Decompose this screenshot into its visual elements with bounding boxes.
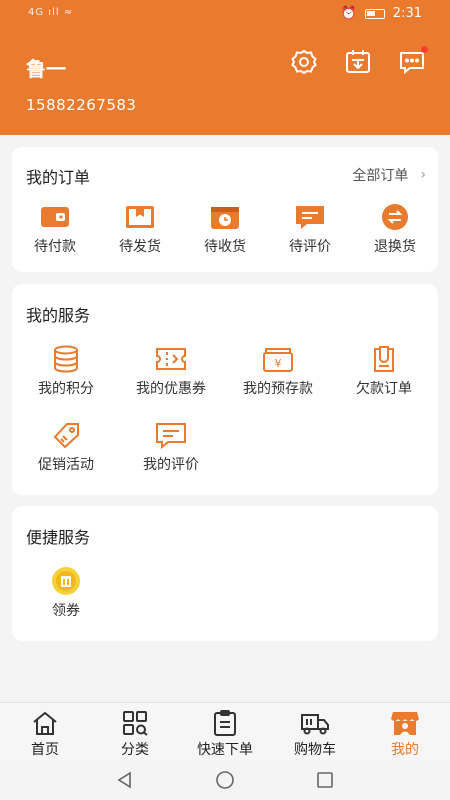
- sign-in-icon[interactable]: [344, 48, 372, 76]
- truck-icon: [270, 709, 360, 737]
- service-item-reviews[interactable]: 我的评价: [121, 420, 221, 474]
- tab-cart[interactable]: 购物车: [270, 709, 360, 759]
- all-orders-link[interactable]: 全部订单 ›: [352, 165, 426, 185]
- service-item-promotions[interactable]: 促销活动: [16, 420, 116, 474]
- tab-mine[interactable]: 我的: [360, 709, 450, 759]
- back-icon[interactable]: [113, 768, 137, 792]
- tab-home[interactable]: 首页: [0, 709, 90, 759]
- wallet-icon: [37, 202, 73, 232]
- system-nav-bar: [0, 760, 450, 800]
- tab-label: 快速下单: [197, 742, 253, 758]
- coins-icon: [48, 344, 84, 374]
- battery-icon: [364, 8, 385, 19]
- coupon-icon: [153, 344, 189, 374]
- quick-item-voucher[interactable]: 领券: [16, 566, 116, 620]
- deposit-icon: ¥: [260, 344, 296, 374]
- orders-title: 我的订单: [26, 168, 91, 187]
- quick-services-title: 便捷服务: [26, 528, 91, 547]
- tab-label: 购物车: [294, 742, 336, 758]
- user-phone: 15882267583: [26, 96, 137, 114]
- user-name[interactable]: 鲁一: [26, 53, 66, 82]
- category-icon: [90, 709, 180, 737]
- shop-icon: [360, 709, 450, 737]
- alarm-icon: ⏰: [340, 6, 357, 21]
- all-orders-label: 全部订单: [352, 168, 409, 184]
- review-icon: [153, 420, 189, 450]
- service-item-label: 欠款订单: [356, 381, 412, 397]
- tab-label: 分类: [121, 742, 149, 758]
- settings-icon[interactable]: [290, 48, 318, 76]
- box-icon: [122, 202, 158, 232]
- service-item-label: 我的积分: [38, 381, 94, 397]
- clipboard-icon: [180, 709, 270, 737]
- service-item-deposit[interactable]: ¥ 我的预存款: [228, 344, 328, 398]
- status-bar: 4G ıll ≈ ⏰ 2:31: [0, 0, 450, 30]
- quick-item-label: 领券: [52, 603, 80, 619]
- service-item-debt-orders[interactable]: 欠款订单: [334, 344, 434, 398]
- recents-icon[interactable]: [313, 768, 337, 792]
- unread-dot: [421, 46, 428, 53]
- message-icon[interactable]: [398, 46, 428, 76]
- exchange-icon: [377, 202, 413, 232]
- services-card: 我的服务 我的积分 我的优惠券 ¥ 我的预存款 欠款订单 促销活动 我的评价: [12, 284, 438, 495]
- service-item-points[interactable]: 我的积分: [16, 344, 116, 398]
- debt-icon: [366, 344, 402, 374]
- home-circle-icon[interactable]: [213, 768, 237, 792]
- order-item-label: 退换货: [374, 239, 416, 255]
- voucher-icon: [48, 566, 84, 596]
- comment-icon: [292, 202, 328, 232]
- service-item-coupons[interactable]: 我的优惠券: [121, 344, 221, 398]
- network-label: 4G: [28, 7, 45, 18]
- service-item-label: 我的预存款: [243, 381, 313, 397]
- service-item-label: 我的优惠券: [136, 381, 206, 397]
- tab-category[interactable]: 分类: [90, 709, 180, 759]
- bottom-tab-bar: 首页 分类 快速下单 购物车 我的: [0, 702, 450, 760]
- service-item-label: 我的评价: [143, 457, 199, 473]
- service-item-label: 促销活动: [38, 457, 94, 473]
- order-item-returns[interactable]: 退换货: [345, 202, 445, 256]
- tag-icon: [48, 420, 84, 450]
- svg-text:¥: ¥: [275, 357, 282, 370]
- chevron-right-icon: ›: [420, 167, 426, 183]
- orders-card: 我的订单 全部订单 › 待付款 待发货 待收货 待评价 退换货: [12, 147, 438, 272]
- signal-indicator: 4G ıll ≈: [28, 7, 74, 18]
- delivery-icon: [207, 202, 243, 232]
- profile-header: 4G ıll ≈ ⏰ 2:31 鲁一 15882267583: [0, 0, 450, 135]
- tab-quick-order[interactable]: 快速下单: [180, 709, 270, 759]
- quick-services-card: 便捷服务 领券: [12, 506, 438, 641]
- tab-label: 我的: [391, 742, 419, 758]
- tab-label: 首页: [31, 742, 59, 758]
- clock: 2:31: [392, 6, 422, 21]
- services-title: 我的服务: [26, 306, 91, 325]
- home-icon: [0, 709, 90, 737]
